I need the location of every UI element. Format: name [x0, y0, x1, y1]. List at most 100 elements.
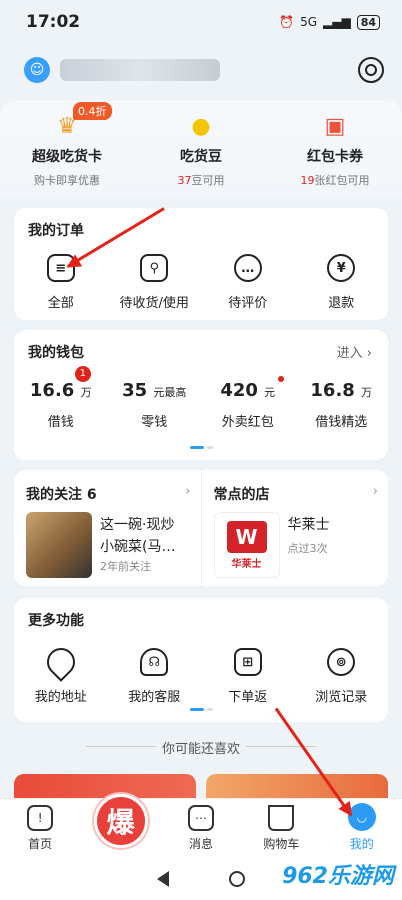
gift-icon: ⊞ — [233, 648, 262, 676]
notification-badge: 1 — [74, 366, 91, 382]
my-address[interactable]: 我的地址 — [15, 642, 107, 705]
follows-count: 6 — [86, 487, 97, 503]
benefits-strip: 0.4折 ♛ 超级吃货卡 购卡即享优惠 ● 吃货豆 37豆可用 ▣ 红包卡券 1… — [0, 100, 402, 198]
benefit-sub: 37豆可用 — [178, 172, 225, 188]
order-times: 点过3次 — [287, 542, 328, 555]
logo-text: 华莱士 — [231, 558, 262, 570]
more-functions-card: 更多功能 我的地址 ☊ 我的客服 ⊞ 下单返 ⊚ 浏览记录 — [14, 598, 388, 722]
benefit-sub: 19张红包可用 — [301, 172, 370, 188]
order-label: 待评价 — [228, 296, 268, 311]
frequent-shops-title: 常点的店 — [213, 487, 270, 503]
wallet-loan-select[interactable]: 16.8 万 借钱精选 — [295, 380, 387, 430]
bean-suffix: 豆可用 — [191, 174, 225, 187]
super-foodie-card[interactable]: 0.4折 ♛ 超级吃货卡 购卡即享优惠 — [7, 102, 127, 188]
my-follows[interactable]: 我的关注 6 › 这一碗·现炒 小碗菜(马… 2年前关注 — [14, 470, 201, 586]
footprint-icon: ⊚ — [327, 648, 356, 676]
wallet-value: 16.6 万 — [30, 380, 92, 401]
functions-title: 更多功能 — [28, 613, 84, 629]
wallet-amount: 16.6 — [29, 380, 75, 401]
tab-label: 首页 — [28, 837, 53, 851]
foodie-beans[interactable]: ● 吃货豆 37豆可用 — [141, 112, 261, 188]
wallet-amount: 35 — [122, 380, 148, 401]
hot-deal-icon: 爆 — [93, 794, 148, 848]
tab-cart[interactable]: 购物车 — [246, 805, 316, 852]
tab-hot-deal[interactable]: 爆 — [86, 794, 156, 852]
order-all[interactable]: ≡ 全部 — [15, 254, 107, 311]
browse-history[interactable]: ⊚ 浏览记录 — [295, 648, 387, 705]
message-icon: ⋯ — [187, 805, 214, 831]
order-cashback[interactable]: ⊞ 下单返 — [202, 648, 294, 705]
coupon-suffix: 张红包可用 — [314, 174, 370, 187]
benefit-title: 红包卡券 — [307, 149, 363, 165]
follow-card: 我的关注 6 › 这一碗·现炒 小碗菜(马… 2年前关注 常点的店 › W 华莱士 … — [14, 470, 388, 586]
benefit-title: 超级吃货卡 — [32, 149, 102, 165]
status-icons: ⏰ 5G ▂▄▆ 84 — [279, 14, 380, 30]
wallet-value: 35 元最高 — [122, 380, 186, 401]
wallet-redpacket[interactable]: 420 元 外卖红包 — [202, 376, 294, 430]
wallet-value: 16.8 万 — [310, 380, 372, 401]
tab-messages[interactable]: ⋯ 消息 — [166, 805, 236, 852]
wallet-change[interactable]: 35 元最高 零钱 — [108, 380, 200, 430]
delivery-scooter-icon: ⚲ — [140, 254, 169, 282]
alarm-icon: ⏰ — [279, 15, 295, 29]
wallet-label: 借钱精选 — [315, 415, 368, 430]
function-label: 浏览记录 — [315, 690, 368, 705]
red-dot-badge — [277, 376, 284, 382]
wallet-unit: 元 — [264, 386, 276, 399]
frequent-shop-name: 华莱士 — [287, 517, 330, 533]
order-refund[interactable]: ¥ 退款 — [295, 254, 387, 311]
wallet-loan[interactable]: 1 16.6 万 借钱 — [15, 366, 107, 430]
tab-home[interactable]: ! 首页 — [5, 805, 75, 852]
discount-tag: 0.4折 — [73, 102, 112, 120]
username-blurred[interactable] — [60, 59, 220, 81]
wallet-row: 1 16.6 万 借钱 35 元最高 零钱 420 元 外卖红包 16.8 万 … — [14, 366, 388, 430]
order-label: 待收货/使用 — [119, 296, 189, 311]
wallet-unit: 万 — [80, 386, 92, 399]
chevron-right-icon: › — [185, 484, 191, 499]
frequent-shops[interactable]: 常点的店 › W 华莱士 华莱士 点过3次 — [200, 470, 389, 586]
wallet-title: 我的钱包 — [28, 345, 84, 361]
comment-icon: … — [233, 254, 262, 282]
function-label: 我的地址 — [34, 690, 87, 705]
shop-name-line1: 这一碗·现炒 — [100, 517, 175, 533]
chevron-right-icon: › — [372, 484, 378, 499]
wallet-amount: 420 — [220, 380, 258, 401]
watermark: 962乐游网 — [282, 864, 394, 889]
wallet-amount: 16.8 — [310, 380, 355, 401]
order-label: 全部 — [47, 296, 74, 311]
wallet-unit: 万 — [361, 386, 373, 399]
battery-icon: 84 — [356, 14, 380, 30]
home-circle-icon[interactable] — [229, 871, 245, 887]
followed-shop-name: 这一碗·现炒 小碗菜(马… — [100, 514, 192, 558]
functions-grid: 我的地址 ☊ 我的客服 ⊞ 下单返 ⊚ 浏览记录 — [14, 642, 388, 705]
tab-label: 我的 — [349, 837, 374, 851]
order-review[interactable]: … 待评价 — [202, 254, 294, 311]
status-bar: 17:02 ⏰ 5G ▂▄▆ 84 — [0, 0, 402, 44]
tab-mine[interactable]: ◡ 我的 — [327, 803, 397, 852]
coupon-icon: ▣ — [324, 114, 346, 139]
wallet-label: 借钱 — [47, 415, 74, 430]
orders-title: 我的订单 — [28, 223, 84, 239]
settings-icon[interactable] — [358, 57, 384, 83]
shop-logo: W 华莱士 — [213, 512, 280, 578]
function-label: 下单返 — [228, 690, 268, 705]
location-pin-icon — [40, 642, 81, 682]
benefit-title: 吃货豆 — [180, 149, 222, 165]
back-icon[interactable] — [157, 871, 169, 887]
bean-count: 37 — [177, 174, 192, 187]
avatar[interactable]: ☺ — [24, 57, 50, 83]
shop-name-line2: 小碗菜(马… — [100, 539, 176, 555]
wallet-enter-link[interactable]: 进入 › — [337, 342, 372, 361]
headset-icon: ☊ — [140, 648, 169, 676]
follows-title: 我的关注 6 — [26, 484, 189, 504]
profile-header: ☺ — [24, 52, 384, 88]
follow-time: 2年前关注 — [100, 560, 151, 573]
wallet-card: 我的钱包 进入 › 1 16.6 万 借钱 35 元最高 零钱 420 元 外卖… — [14, 330, 388, 460]
customer-service[interactable]: ☊ 我的客服 — [108, 648, 200, 705]
cart-icon — [268, 805, 295, 831]
tab-label: 购物车 — [263, 837, 300, 851]
coupons[interactable]: ▣ 红包卡券 19张红包可用 — [275, 112, 395, 188]
wallet-unit: 元最高 — [153, 386, 187, 399]
follows-label: 我的关注 — [26, 487, 82, 503]
order-pending[interactable]: ⚲ 待收货/使用 — [108, 254, 200, 311]
